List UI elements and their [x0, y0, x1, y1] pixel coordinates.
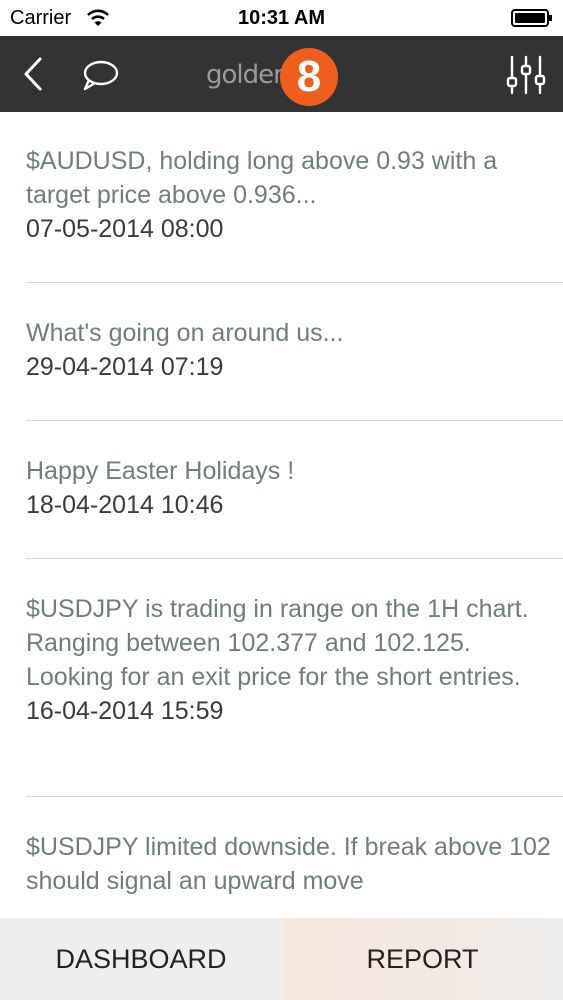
equalizer-sliders-icon[interactable]	[505, 54, 547, 96]
list-item[interactable]: Happy Easter Holidays ! 18-04-2014 10:46	[26, 454, 563, 522]
message-date: 16-04-2014 15:59	[26, 697, 224, 725]
message-date: 29-04-2014 07:19	[26, 353, 224, 381]
message-text: $USDJPY limited downside. If break above…	[26, 833, 551, 895]
status-time: 10:31 AM	[237, 7, 326, 29]
status-bar: Carrier 10:31 AM	[0, 0, 563, 36]
message-date: 18-04-2014 10:46	[26, 491, 224, 519]
divider	[26, 558, 563, 559]
message-list[interactable]: $AUDUSD, holding long above 0.93 with a …	[0, 112, 563, 918]
divider	[26, 796, 563, 797]
message-date: 07-05-2014 08:00	[26, 215, 224, 243]
nav-bar: golden 8	[0, 36, 563, 112]
list-item[interactable]: $USDJPY limited downside. If break above…	[26, 830, 563, 898]
message-text: What's going on around us...	[26, 319, 344, 347]
bottom-tab-bar: DASHBOARD REPORT	[0, 918, 563, 1000]
divider	[26, 420, 563, 421]
message-text: Happy Easter Holidays !	[26, 457, 295, 485]
logo-text: golden	[206, 60, 290, 90]
logo-number-badge: 8	[280, 48, 338, 106]
speech-bubble-icon[interactable]	[80, 58, 120, 92]
message-text: $AUDUSD, holding long above 0.93 with a …	[26, 147, 498, 209]
list-item[interactable]: $USDJPY is trading in range on the 1H ch…	[26, 592, 563, 728]
tab-dashboard[interactable]: DASHBOARD	[0, 918, 282, 1000]
list-item[interactable]: $AUDUSD, holding long above 0.93 with a …	[26, 144, 563, 246]
message-text: $USDJPY is trading in range on the 1H ch…	[26, 595, 529, 691]
app-logo: golden 8	[206, 44, 346, 106]
tab-report[interactable]: REPORT	[282, 918, 563, 1000]
chevron-left-icon[interactable]	[20, 56, 48, 92]
list-item[interactable]: What's going on around us... 29-04-2014 …	[26, 316, 563, 384]
battery-icon	[511, 9, 552, 27]
divider	[26, 282, 563, 283]
